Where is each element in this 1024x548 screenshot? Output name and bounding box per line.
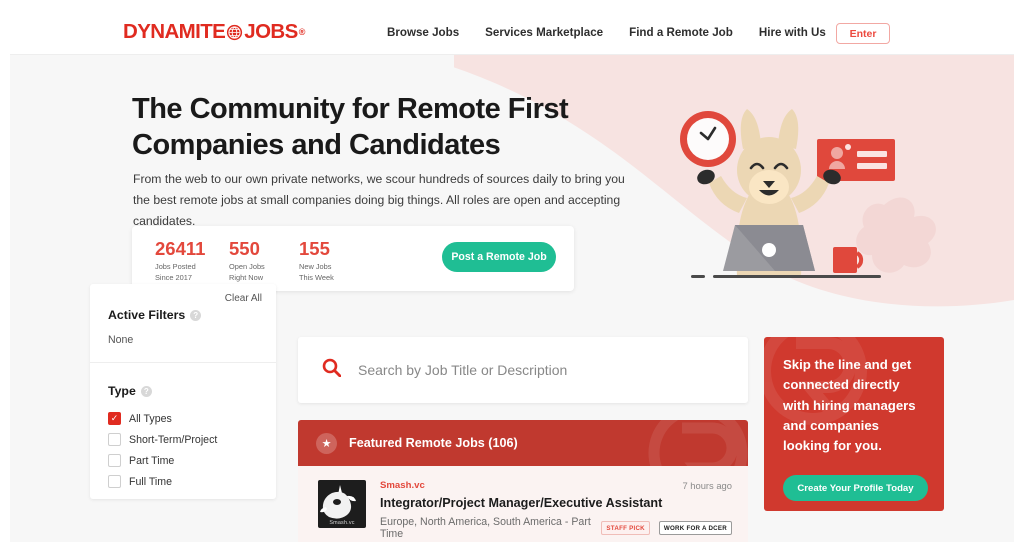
filter-option-label: Full Time (129, 475, 172, 488)
post-a-remote-job-button[interactable]: Post a Remote Job (442, 242, 556, 272)
nav-item-hire-with-us[interactable]: Hire with Us (759, 26, 826, 39)
stat-label: New Jobs This Week (299, 262, 334, 283)
filter-option-label: Short-Term/Project (129, 433, 218, 446)
featured-jobs-header: ★ Featured Remote Jobs (106) (298, 420, 748, 466)
type-label: Type (108, 384, 136, 398)
filter-option-short-term-project[interactable]: Short-Term/Project (108, 433, 217, 446)
stat-label-line1: Jobs Posted (155, 262, 196, 272)
checkbox-icon[interactable] (108, 454, 121, 467)
job-company-name[interactable]: Smash.vc (380, 480, 732, 491)
promo-text: Skip the line and get connected directly… (783, 357, 916, 454)
promo-panel: Skip the line and get connected directly… (764, 337, 944, 511)
page-title: The Community for Remote First Companies… (132, 93, 569, 162)
hero-description: From the web to our own private networks… (133, 172, 625, 228)
checkbox-checked-icon[interactable]: ✓ (108, 412, 121, 425)
active-filters-value: None (108, 334, 134, 346)
filter-option-label: Part Time (129, 454, 175, 467)
stat-label-line2: Right Now (229, 273, 264, 283)
filter-option-full-time[interactable]: Full Time (108, 475, 172, 488)
clock-icon (680, 111, 736, 167)
filters-divider (90, 362, 276, 363)
clear-all-button[interactable]: Clear All (225, 293, 262, 304)
site-header: DYNAMITE JOBS ® Browse Jobs Services Mar… (10, 6, 1014, 55)
job-title[interactable]: Integrator/Project Manager/Executive Ass… (380, 496, 732, 510)
job-posted-time: 7 hours ago (682, 480, 732, 491)
status-badge-work-for-a-dcer: WORK FOR A DCER (658, 521, 732, 535)
search-bar[interactable]: Search by Job Title or Description (298, 337, 748, 403)
stat-new-jobs: 155 New Jobs This Week (299, 238, 334, 284)
stat-open-jobs: 550 Open Jobs Right Now (229, 238, 265, 284)
filter-option-all-types[interactable]: ✓ All Types (108, 412, 172, 425)
stat-label-line1: Open Jobs (229, 262, 265, 272)
question-mark-icon[interactable]: ? (190, 309, 202, 321)
main-nav: Browse Jobs Services Marketplace Find a … (387, 26, 826, 39)
filters-panel: Clear All Active Filters ? None Type ? ✓… (90, 284, 276, 499)
create-profile-button[interactable]: Create Your Profile Today (783, 475, 928, 501)
hero-section: The Community for Remote First Companies… (10, 55, 1014, 321)
featured-jobs-title: Featured Remote Jobs (106) (349, 436, 518, 450)
search-icon (322, 358, 342, 382)
filter-option-part-time[interactable]: Part Time (108, 454, 174, 467)
globe-icon (226, 24, 243, 41)
logo-text-jobs: JOBS (244, 20, 298, 43)
site-logo[interactable]: DYNAMITE JOBS ® (123, 20, 305, 44)
star-icon: ★ (316, 432, 337, 454)
unicorn-icon (320, 485, 356, 519)
active-filters-label: Active Filters (108, 308, 186, 322)
stat-value: 155 (299, 238, 330, 259)
stats-card: 26411 Jobs Posted Since 2017 550 Open Jo… (132, 226, 574, 291)
filter-option-label: All Types (129, 412, 172, 425)
active-filters-heading: Active Filters ? (108, 308, 202, 322)
status-badge-staff-pick: STAFF PICK (601, 521, 650, 535)
checkbox-icon[interactable] (108, 475, 121, 488)
question-mark-icon[interactable]: ? (140, 385, 152, 397)
page-root: DYNAMITE JOBS ® Browse Jobs Services Mar… (10, 6, 1014, 542)
stat-value: 26411 (155, 238, 206, 259)
stat-label-line1: New Jobs (299, 262, 332, 272)
nav-item-services-marketplace[interactable]: Services Marketplace (485, 26, 603, 39)
stat-value: 550 (229, 238, 260, 259)
search-input[interactable]: Search by Job Title or Description (358, 362, 567, 378)
nav-item-find-a-remote-job[interactable]: Find a Remote Job (629, 26, 733, 39)
stat-label: Open Jobs Right Now (229, 262, 265, 283)
job-details: 7 hours ago Smash.vc Integrator/Project … (380, 480, 732, 540)
mug-icon (833, 247, 864, 273)
stat-label: Jobs Posted Since 2017 (155, 262, 205, 283)
stat-label-line2: Since 2017 (155, 273, 192, 283)
decorative-watermark (648, 420, 748, 466)
stat-jobs-posted: 26411 Jobs Posted Since 2017 (155, 238, 206, 284)
stat-label-line2: This Week (299, 273, 334, 283)
job-list-item[interactable]: Smash.vc 7 hours ago Smash.vc Integrator… (298, 466, 748, 542)
company-logo-caption: Smash.vc (329, 520, 355, 526)
checkbox-icon[interactable] (108, 433, 121, 446)
company-logo: Smash.vc (318, 480, 366, 528)
llama-illustration (665, 95, 915, 290)
registered-mark: ® (298, 27, 306, 37)
logo-text-dynamite: DYNAMITE (123, 20, 226, 43)
job-meta: Europe, North America, South America - P… (380, 516, 732, 540)
nav-item-browse-jobs[interactable]: Browse Jobs (387, 26, 459, 39)
job-location: Europe, North America, South America - P… (380, 516, 591, 540)
type-heading: Type ? (108, 384, 152, 398)
enter-button[interactable]: Enter (836, 23, 890, 44)
